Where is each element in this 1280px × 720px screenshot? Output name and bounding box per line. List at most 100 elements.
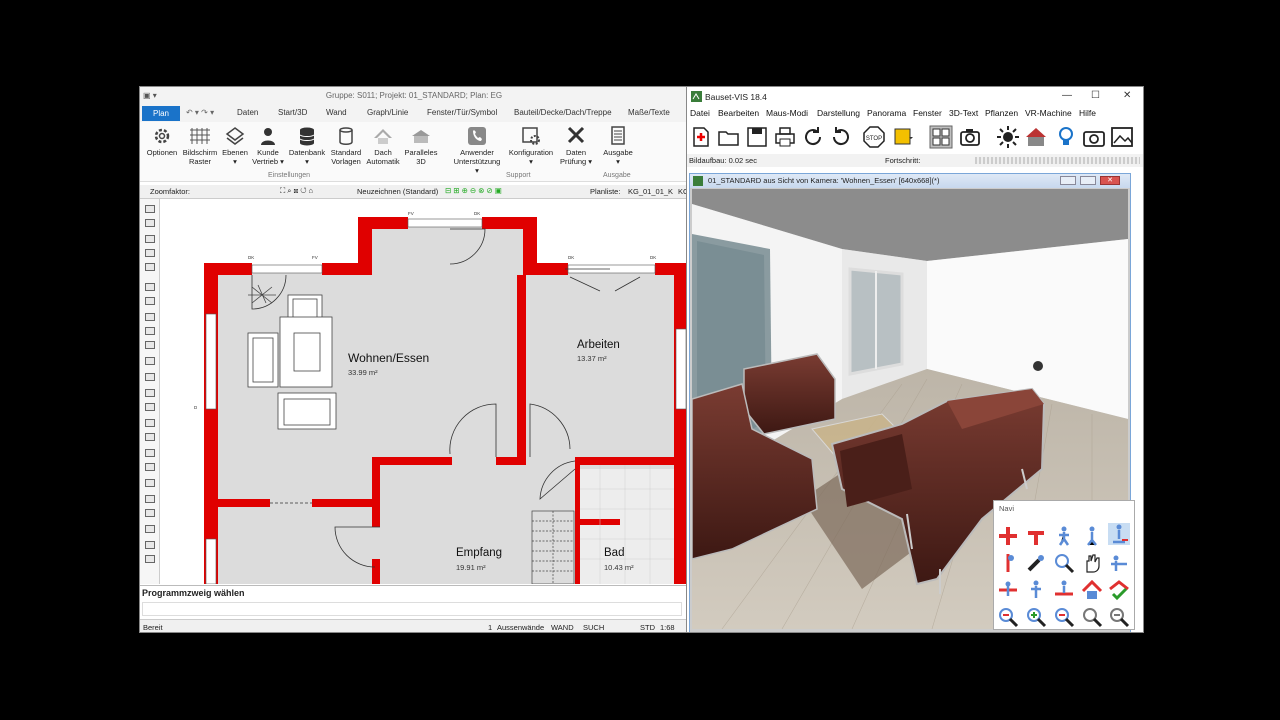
room-name-arbeiten[interactable]: Arbeiten — [577, 339, 620, 351]
kunde-vertrieb-button[interactable]: Kunde Vertrieb ▾ — [248, 126, 288, 166]
house-icon[interactable] — [1024, 125, 1048, 149]
room-name-bad[interactable]: Bad — [604, 547, 624, 559]
optionen-button[interactable]: Optionen — [142, 126, 182, 157]
sub-close-icon[interactable]: ✕ — [1100, 176, 1120, 185]
room-name-empfang[interactable]: Empfang — [456, 547, 502, 559]
tool-button[interactable] — [145, 463, 155, 471]
menu-3d-text[interactable]: 3D-Text — [949, 108, 978, 118]
undo-icon[interactable] — [829, 125, 853, 149]
status-std[interactable]: STD — [640, 623, 655, 632]
bildschirm-raster-button[interactable]: Bildschirm Raster — [180, 126, 220, 166]
height-icon[interactable] — [997, 552, 1019, 574]
menu-hilfe[interactable]: Hilfe — [1079, 108, 1096, 118]
zoom-all-icon[interactable] — [1108, 606, 1130, 628]
dach-automatik-button[interactable]: Dach Automatik — [363, 126, 403, 166]
menu-datei[interactable]: Datei — [690, 108, 710, 118]
menu-maus-modi[interactable]: Maus-Modi — [766, 108, 808, 118]
menu-bearbeiten[interactable]: Bearbeiten — [718, 108, 759, 118]
new-icon[interactable] — [689, 125, 713, 149]
konfiguration-button[interactable]: Konfiguration ▾ — [505, 126, 557, 166]
sub-restore-icon[interactable] — [1080, 176, 1096, 185]
tab-start3d[interactable]: Start/3D — [278, 108, 307, 117]
tab-wand[interactable]: Wand — [326, 108, 347, 117]
tool-button[interactable] — [145, 373, 155, 381]
person-side-icon[interactable] — [1053, 579, 1075, 601]
view-tools-icon[interactable]: ⊟⊞⊕⊖⊗⊘▣ — [445, 186, 504, 195]
hand-icon[interactable] — [1081, 552, 1103, 574]
tool-button[interactable] — [145, 449, 155, 457]
zoom-in-icon[interactable] — [1025, 606, 1047, 628]
menu-pflanzen[interactable]: Pflanzen — [985, 108, 1018, 118]
tool-button[interactable] — [145, 341, 155, 349]
tool-button[interactable] — [145, 525, 155, 533]
neuzeichnen-button[interactable]: Neuzeichnen (Standard) — [357, 187, 438, 196]
maximize-icon[interactable]: ☐ — [1091, 90, 1100, 101]
zoom-out-icon[interactable] — [1053, 606, 1075, 628]
redo-icon[interactable] — [801, 125, 825, 149]
tool-button[interactable] — [145, 327, 155, 335]
standard-vorlagen-button[interactable]: Standard Vorlagen — [326, 126, 366, 166]
anwender-unterstuetzung-button[interactable]: Anwender Unterstützung ▾ — [452, 126, 502, 175]
stop-icon[interactable]: STOP — [862, 125, 886, 149]
tool-button[interactable] — [145, 249, 155, 257]
image-icon[interactable] — [1110, 125, 1134, 149]
status-such[interactable]: SUCH — [583, 623, 604, 632]
color-icon[interactable] — [892, 125, 916, 149]
planliste-value[interactable]: KG_01_01_K — [628, 187, 673, 196]
tool-button[interactable] — [145, 219, 155, 227]
tool-button[interactable] — [145, 495, 155, 503]
tool-button[interactable] — [145, 205, 155, 213]
menu-vr-machine[interactable]: VR-Machine — [1025, 108, 1072, 118]
tool-button[interactable] — [145, 235, 155, 243]
command-input[interactable] — [142, 602, 682, 616]
home-view-icon[interactable] — [1081, 579, 1103, 601]
tab-fenster[interactable]: Fenster/Tür/Symbol — [427, 108, 497, 117]
sub-minimize-icon[interactable] — [1060, 176, 1076, 185]
tab-daten[interactable]: Daten — [237, 108, 258, 117]
tool-button[interactable] — [145, 479, 155, 487]
ausgabe-button[interactable]: Ausgabe ▾ — [598, 126, 638, 166]
walk-icon[interactable] — [1053, 525, 1075, 547]
tool-button[interactable] — [145, 263, 155, 271]
room-name-wohnen[interactable]: Wohnen/Essen — [348, 351, 429, 365]
tool-button[interactable] — [145, 283, 155, 291]
close-icon[interactable]: ✕ — [1123, 90, 1131, 101]
datenbank-button[interactable]: Datenbank ▾ — [287, 126, 327, 166]
tool-button[interactable] — [145, 509, 155, 517]
tab-bauteil[interactable]: Bauteil/Decke/Dach/Treppe — [514, 108, 612, 117]
menu-darstellung[interactable]: Darstellung — [817, 108, 860, 118]
confirm-icon[interactable] — [1108, 579, 1130, 601]
open-icon[interactable] — [717, 125, 741, 149]
menu-panorama[interactable]: Panorama — [867, 108, 906, 118]
magnifier-icon[interactable] — [1053, 552, 1075, 574]
tool-button[interactable] — [145, 433, 155, 441]
tool-button[interactable] — [145, 541, 155, 549]
save-icon[interactable] — [745, 125, 769, 149]
tool-button[interactable] — [145, 357, 155, 365]
bulb-icon[interactable] — [1054, 125, 1078, 149]
photo-icon[interactable] — [1082, 125, 1106, 149]
menu-fenster[interactable]: Fenster — [913, 108, 942, 118]
light-icon[interactable] — [996, 125, 1020, 149]
minimize-icon[interactable]: — — [1062, 90, 1072, 101]
tool-button[interactable] — [145, 297, 155, 305]
tool-button[interactable] — [145, 389, 155, 397]
tool-button[interactable] — [145, 403, 155, 411]
climb-icon[interactable] — [1081, 525, 1103, 547]
tool-button[interactable] — [145, 313, 155, 321]
grid-view-icon[interactable] — [929, 125, 953, 149]
tool-button[interactable] — [145, 555, 155, 563]
person-up-icon[interactable] — [1025, 579, 1047, 601]
daten-pruefung-button[interactable]: Daten Prüfung ▾ — [556, 126, 596, 166]
camera-icon[interactable] — [959, 125, 983, 149]
tab-masse[interactable]: Maße/Texte — [628, 108, 670, 117]
move-cross-icon[interactable] — [997, 525, 1019, 547]
zoom-fit-icon[interactable] — [997, 606, 1019, 628]
width-icon[interactable] — [997, 579, 1019, 601]
floor-plan-canvas[interactable]: DK FV FV DK DK DK D Wohnen/Essen 33.99 m… — [160, 199, 686, 584]
zoom-tool-icon[interactable] — [1025, 552, 1047, 574]
paralleles-3d-button[interactable]: Paralleles 3D — [401, 126, 441, 166]
tab-graph[interactable]: Graph/Linie — [367, 108, 408, 117]
print-icon[interactable] — [773, 125, 797, 149]
status-wand[interactable]: WAND — [551, 623, 574, 632]
